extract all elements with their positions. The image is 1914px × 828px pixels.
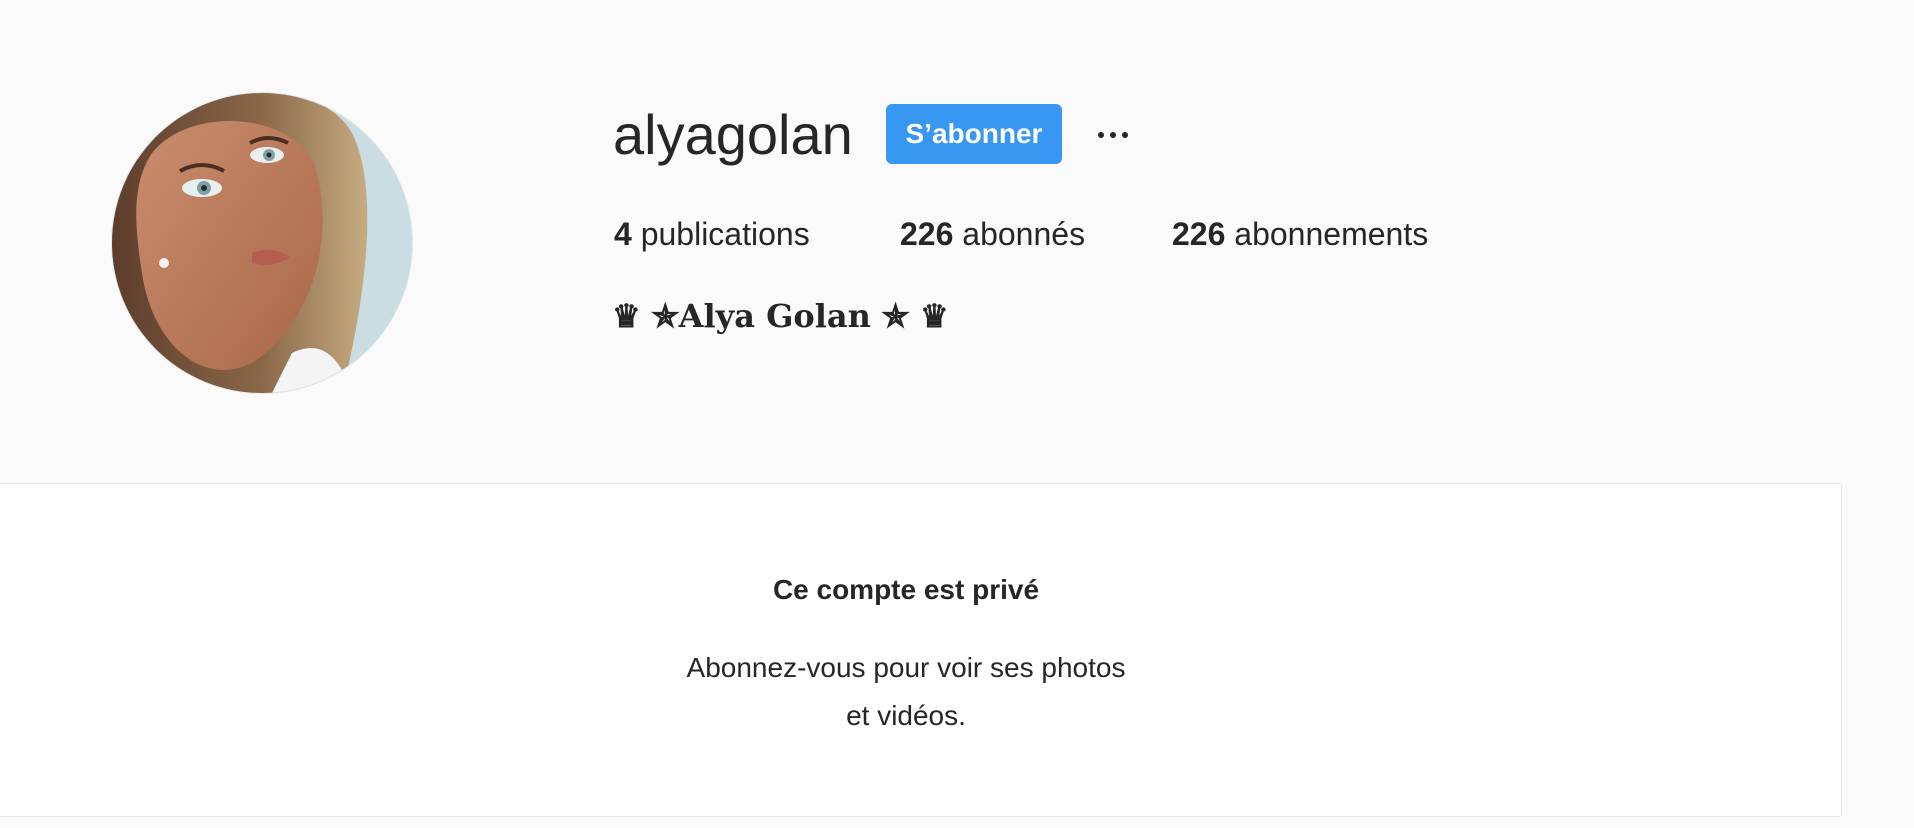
posts-count: 4	[614, 216, 632, 252]
follow-button[interactable]: S’abonner	[886, 104, 1062, 164]
username: alyagolan	[613, 103, 853, 166]
ellipsis-icon	[1098, 132, 1128, 138]
followers-stat[interactable]: 226 abonnés	[900, 212, 1085, 256]
posts-label: publications	[640, 216, 810, 252]
bio: ♛ ✯Alya Golan ✯ ♛	[612, 297, 949, 335]
more-options-button[interactable]	[1088, 110, 1138, 160]
following-stat[interactable]: 226 abonnements	[1172, 212, 1428, 256]
private-message-line-2: et vidéos.	[846, 700, 966, 731]
followers-count: 226	[900, 216, 954, 252]
followers-label: abonnés	[962, 216, 1086, 252]
avatar[interactable]	[112, 93, 412, 393]
private-account-message: Abonnez-vous pour voir ses photos et vid…	[0, 644, 1812, 740]
profile-photo	[112, 93, 412, 393]
following-label: abonnements	[1234, 216, 1429, 252]
following-count: 226	[1172, 216, 1226, 252]
posts-stat: 4 publications	[614, 212, 810, 256]
private-message-line-1: Abonnez-vous pour voir ses photos	[686, 652, 1126, 683]
private-account-title: Ce compte est privé	[772, 574, 1040, 605]
